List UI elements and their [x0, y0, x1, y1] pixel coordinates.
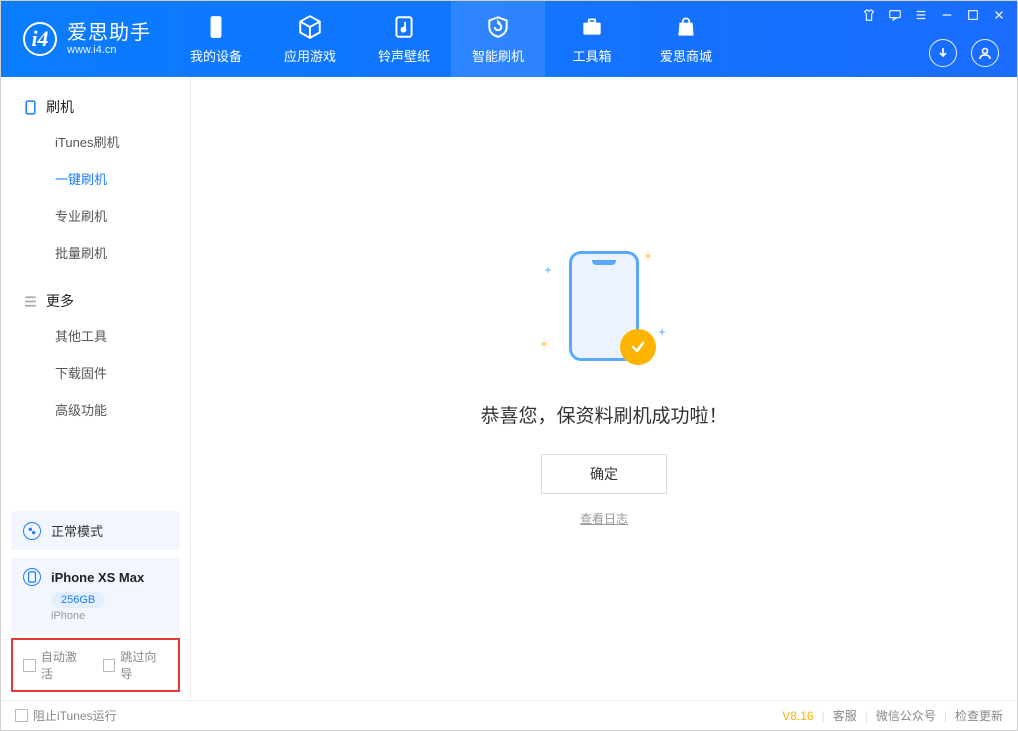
wechat-link[interactable]: 微信公众号 [876, 707, 936, 724]
sparkle-icon [540, 335, 548, 343]
sidebar-item-oneclick[interactable]: 一键刷机 [1, 160, 190, 197]
footer: 阻止iTunes运行 V8.16 | 客服 | 微信公众号 | 检查更新 [1, 700, 1017, 730]
sidebar-item-batch[interactable]: 批量刷机 [1, 234, 190, 271]
music-file-icon [391, 14, 417, 40]
device-type: iPhone [51, 610, 168, 622]
sidebar-item-advanced[interactable]: 高级功能 [1, 391, 190, 428]
briefcase-icon [579, 14, 605, 40]
sidebar-group-more[interactable]: 更多 [1, 285, 190, 317]
nav-apps[interactable]: 应用游戏 [263, 1, 357, 77]
ok-button[interactable]: 确定 [541, 454, 667, 494]
checkbox-skip-guide[interactable]: 跳过向导 [103, 648, 169, 682]
sidebar-item-itunes[interactable]: iTunes刷机 [1, 123, 190, 160]
skin-icon[interactable] [861, 7, 877, 23]
checkbox-icon [15, 709, 28, 722]
refresh-shield-icon [485, 14, 511, 40]
app-title: 爱思助手 [67, 22, 151, 44]
maximize-icon[interactable] [965, 7, 981, 23]
checkbox-auto-activate[interactable]: 自动激活 [23, 648, 89, 682]
menu-icon[interactable] [913, 7, 929, 23]
nav-flash[interactable]: 智能刷机 [451, 1, 545, 77]
app-header: i4 爱思助手 www.i4.cn 我的设备 应用游戏 铃声壁纸 智能刷机 工具… [1, 1, 1017, 77]
success-illustration [554, 251, 654, 371]
minimize-icon[interactable] [939, 7, 955, 23]
device-name: iPhone XS Max [51, 570, 144, 585]
mode-icon [23, 522, 41, 540]
nav-my-device[interactable]: 我的设备 [169, 1, 263, 77]
device-phone-icon [23, 568, 41, 586]
main-content: 恭喜您，保资料刷机成功啦！ 确定 查看日志 [191, 77, 1017, 700]
device-small-icon [23, 100, 38, 115]
checkbox-icon [103, 659, 116, 672]
version-label: V8.16 [782, 709, 813, 723]
sparkle-icon [544, 261, 552, 269]
highlighted-options: 自动激活 跳过向导 [11, 638, 180, 692]
logo-icon: i4 [23, 22, 57, 56]
device-capacity: 256GB [51, 592, 105, 608]
nav-store[interactable]: 爱思商城 [639, 1, 733, 77]
main-nav: 我的设备 应用游戏 铃声壁纸 智能刷机 工具箱 爱思商城 [169, 1, 733, 77]
user-button[interactable] [971, 39, 999, 67]
phone-icon [203, 14, 229, 40]
mode-box[interactable]: 正常模式 [11, 511, 180, 550]
logo[interactable]: i4 爱思助手 www.i4.cn [1, 1, 169, 77]
sparkle-icon [658, 323, 666, 331]
nav-ringtone[interactable]: 铃声壁纸 [357, 1, 451, 77]
success-message: 恭喜您，保资料刷机成功啦！ [480, 401, 727, 428]
window-controls [861, 7, 1007, 23]
bag-icon [673, 14, 699, 40]
sidebar-group-flash[interactable]: 刷机 [1, 91, 190, 123]
close-icon[interactable] [991, 7, 1007, 23]
sidebar: 刷机 iTunes刷机 一键刷机 专业刷机 批量刷机 更多 其他工具 下载固件 … [1, 77, 191, 700]
sidebar-item-firmware[interactable]: 下载固件 [1, 354, 190, 391]
device-box[interactable]: iPhone XS Max 256GB iPhone [11, 558, 180, 632]
feedback-icon[interactable] [887, 7, 903, 23]
sidebar-item-other[interactable]: 其他工具 [1, 317, 190, 354]
update-link[interactable]: 检查更新 [955, 707, 1003, 724]
checkbox-icon [23, 659, 36, 672]
sparkle-icon [644, 247, 652, 255]
mode-label: 正常模式 [51, 521, 103, 540]
support-link[interactable]: 客服 [833, 707, 857, 724]
sidebar-item-pro[interactable]: 专业刷机 [1, 197, 190, 234]
header-actions [929, 39, 999, 67]
check-badge-icon [620, 329, 656, 365]
app-subtitle: www.i4.cn [67, 44, 151, 56]
checkbox-block-itunes[interactable]: 阻止iTunes运行 [15, 707, 117, 724]
download-button[interactable] [929, 39, 957, 67]
view-log-link[interactable]: 查看日志 [580, 510, 628, 527]
nav-toolbox[interactable]: 工具箱 [545, 1, 639, 77]
list-icon [23, 294, 38, 309]
cube-icon [297, 14, 323, 40]
